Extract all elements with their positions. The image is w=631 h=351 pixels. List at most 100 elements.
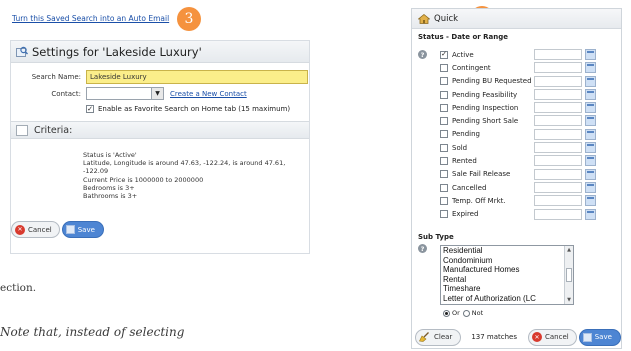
subtype-listbox[interactable]: Residential Condominium Manufactured Hom… bbox=[440, 245, 574, 305]
help-icon[interactable]: ? bbox=[418, 244, 427, 253]
status-label: Sold bbox=[452, 143, 468, 152]
calendar-icon[interactable] bbox=[585, 88, 596, 100]
status-date-input[interactable] bbox=[534, 155, 582, 167]
status-date-input[interactable] bbox=[534, 102, 582, 114]
calendar-icon[interactable] bbox=[585, 168, 596, 180]
calendar-icon[interactable] bbox=[585, 195, 596, 207]
status-date-input[interactable] bbox=[534, 168, 582, 180]
status-label: Pending Inspection bbox=[452, 103, 519, 112]
chevron-down-icon[interactable]: ▼ bbox=[151, 88, 163, 99]
calendar-icon[interactable] bbox=[585, 75, 596, 87]
status-checkbox[interactable] bbox=[440, 90, 448, 99]
step-marker-3: 3 bbox=[177, 7, 201, 31]
not-radio[interactable] bbox=[462, 309, 470, 317]
status-date-input[interactable] bbox=[534, 195, 582, 207]
settings-title: Settings for 'Lakeside Luxury' bbox=[32, 44, 202, 59]
status-label: Rented bbox=[452, 157, 477, 166]
cancel-button[interactable]: ✕ Cancel bbox=[11, 221, 60, 238]
favorite-row: ✓ Enable as Favorite Search on Home tab … bbox=[86, 105, 290, 113]
subtype-option[interactable]: Residential bbox=[441, 246, 573, 256]
subtype-option[interactable]: Condominium bbox=[441, 256, 573, 266]
quick-tab[interactable]: Quick bbox=[412, 9, 621, 29]
status-date-input[interactable] bbox=[534, 142, 582, 154]
clear-button[interactable]: Clear bbox=[415, 328, 462, 346]
status-date-input[interactable] bbox=[534, 208, 582, 220]
scroll-down-icon[interactable]: ▼ bbox=[565, 296, 573, 304]
scroll-thumb[interactable] bbox=[566, 268, 572, 282]
or-radio[interactable] bbox=[443, 309, 450, 317]
quick-title: Quick bbox=[434, 13, 459, 24]
criteria-title: Criteria: bbox=[34, 124, 73, 136]
save-button[interactable]: Save bbox=[61, 221, 104, 238]
status-checkbox[interactable] bbox=[440, 170, 448, 179]
status-date-input[interactable] bbox=[534, 75, 582, 87]
status-checkbox[interactable] bbox=[440, 117, 448, 126]
status-date-input[interactable] bbox=[534, 49, 582, 60]
status-date-input[interactable] bbox=[534, 115, 582, 127]
quick-cancel-button[interactable]: ✕ Cancel bbox=[528, 328, 577, 346]
status-label: Contingent bbox=[452, 63, 491, 72]
quick-save-button[interactable]: Save bbox=[578, 328, 621, 346]
criteria-line: Current Price is 1000000 to 2000000 bbox=[83, 175, 204, 184]
broom-icon bbox=[419, 332, 429, 342]
cancel-icon: ✕ bbox=[532, 332, 542, 342]
calendar-icon[interactable] bbox=[585, 128, 596, 140]
status-checkbox[interactable]: ✓ bbox=[440, 50, 448, 59]
subtype-scrollbar[interactable]: ▲ ▼ bbox=[564, 246, 573, 304]
status-checkbox[interactable] bbox=[440, 143, 448, 152]
status-checkbox[interactable] bbox=[440, 183, 448, 192]
status-row-pending-feasibility: Pending Feasibility bbox=[440, 88, 620, 101]
status-label: Sale Fail Release bbox=[452, 170, 511, 179]
calendar-icon[interactable] bbox=[585, 181, 596, 193]
status-date-input[interactable] bbox=[534, 88, 582, 100]
body-text-fragment: ection. bbox=[0, 282, 37, 294]
status-checkbox[interactable] bbox=[440, 63, 448, 72]
calendar-icon[interactable] bbox=[585, 115, 596, 127]
status-row-sold: Sold bbox=[440, 141, 620, 154]
status-date-input[interactable] bbox=[534, 62, 582, 74]
calendar-icon[interactable] bbox=[585, 102, 596, 114]
quick-search-panel: Quick Status - Date or Range ? ✓ Active … bbox=[411, 8, 622, 349]
criteria-line: Bedrooms is 3+ bbox=[83, 183, 135, 192]
or-label: Or bbox=[452, 309, 460, 317]
criteria-header: Criteria: bbox=[11, 121, 309, 139]
auto-email-link[interactable]: Turn this Saved Search into an Auto Emai… bbox=[12, 14, 169, 23]
calendar-icon[interactable] bbox=[585, 155, 596, 167]
status-label: Expired bbox=[452, 210, 479, 219]
status-label: Cancelled bbox=[452, 183, 487, 192]
calendar-icon[interactable] bbox=[585, 142, 596, 154]
status-checkbox[interactable] bbox=[440, 77, 448, 86]
subtype-option[interactable]: Manufactured Homes bbox=[441, 265, 573, 275]
contact-select[interactable]: ▼ bbox=[86, 87, 164, 100]
status-row-pending: Pending bbox=[440, 128, 620, 141]
status-row-rented: Rented bbox=[440, 154, 620, 167]
criteria-line: Bathrooms is 3+ bbox=[83, 192, 138, 201]
subtype-option[interactable]: Letter of Authorization (LC bbox=[441, 294, 573, 304]
calendar-icon[interactable] bbox=[585, 208, 596, 220]
status-heading: Status - Date or Range bbox=[418, 33, 509, 41]
search-name-input[interactable]: Lakeside Luxury bbox=[86, 70, 308, 84]
status-label: Pending Feasibility bbox=[452, 90, 518, 99]
status-date-input[interactable] bbox=[534, 181, 582, 193]
cancel-icon: ✕ bbox=[15, 224, 25, 235]
scroll-up-icon[interactable]: ▲ bbox=[565, 246, 573, 254]
calendar-icon[interactable] bbox=[585, 49, 596, 60]
status-checkbox[interactable] bbox=[440, 157, 448, 166]
save-label: Save bbox=[594, 333, 612, 341]
not-label: Not bbox=[471, 309, 484, 317]
status-checkbox[interactable] bbox=[440, 210, 448, 219]
calendar-icon[interactable] bbox=[585, 62, 596, 74]
status-date-input[interactable] bbox=[534, 128, 582, 140]
help-icon[interactable]: ? bbox=[418, 50, 427, 59]
subtype-option[interactable]: Rental bbox=[441, 275, 573, 285]
favorite-checkbox[interactable]: ✓ bbox=[86, 105, 94, 113]
status-checkbox[interactable] bbox=[440, 103, 448, 112]
status-row-contingent: Contingent bbox=[440, 61, 620, 74]
status-checkbox[interactable] bbox=[440, 196, 448, 205]
status-row-pending-bu-requested: Pending BU Requested bbox=[440, 75, 620, 88]
contact-row: Contact: ▼ Create a New Contact bbox=[11, 87, 247, 100]
status-label: Pending Short Sale bbox=[452, 117, 519, 126]
subtype-option[interactable]: Timeshare bbox=[441, 284, 573, 294]
status-checkbox[interactable] bbox=[440, 130, 448, 139]
create-contact-link[interactable]: Create a New Contact bbox=[170, 90, 247, 98]
